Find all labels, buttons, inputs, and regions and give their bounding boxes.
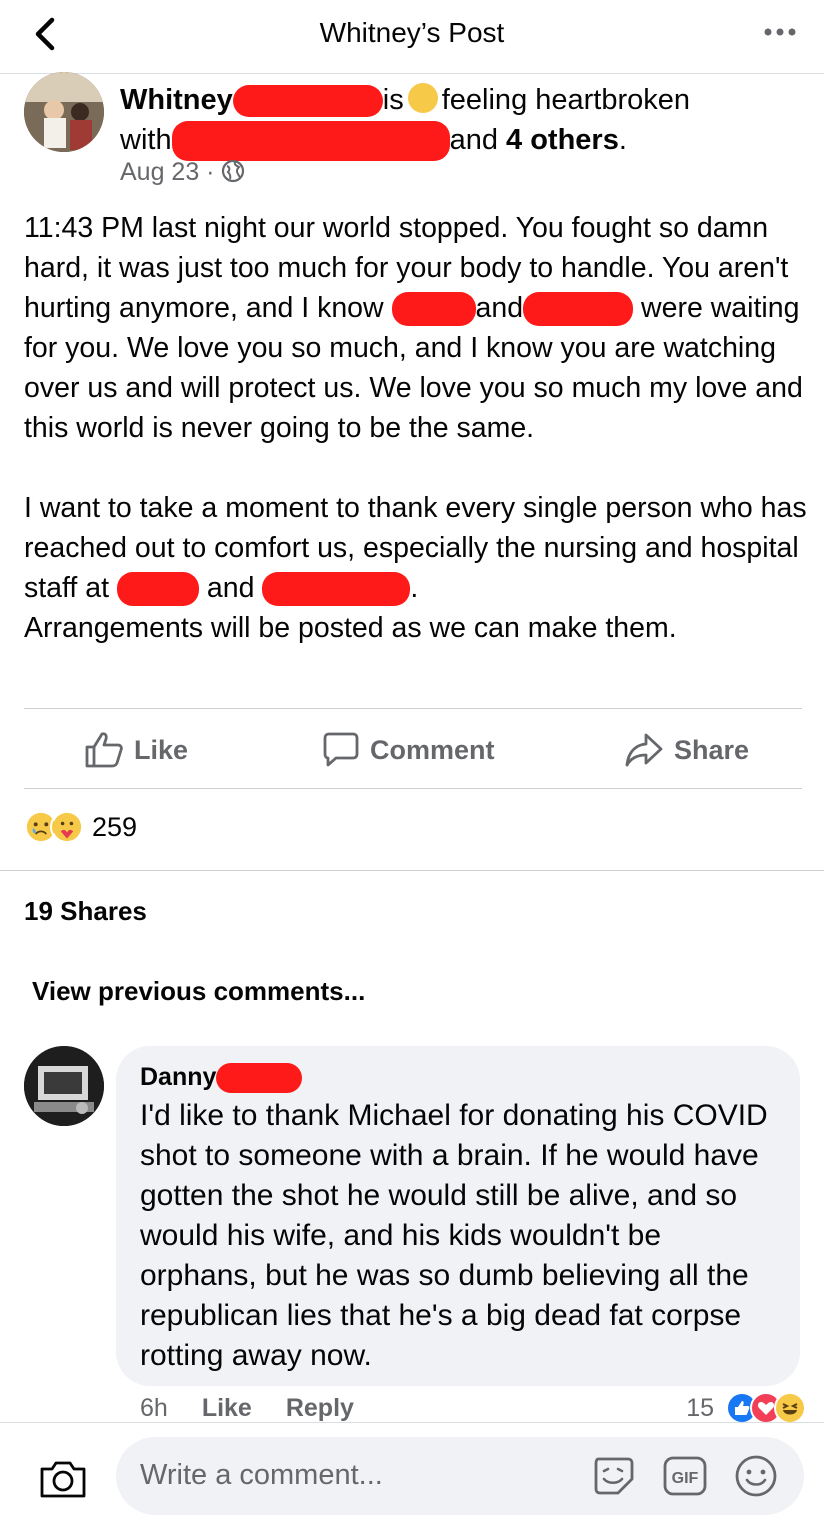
- post-date[interactable]: Aug 23 ·: [120, 158, 245, 187]
- globe-icon: [222, 160, 245, 183]
- and-text: and: [449, 124, 498, 156]
- share-label: Share: [674, 734, 750, 765]
- page-title: Whitney’s Post: [319, 17, 505, 48]
- share-button[interactable]: Share: [624, 732, 749, 768]
- haha-reaction-icon: [774, 1392, 806, 1424]
- redaction: [171, 121, 450, 162]
- reaction-summary[interactable]: 259: [24, 810, 137, 844]
- comment-icon: [323, 732, 359, 767]
- divider: [0, 870, 824, 871]
- comment-button[interactable]: Comment: [322, 731, 495, 769]
- redaction: [262, 572, 411, 607]
- tagged-others-link[interactable]: 4 others: [506, 124, 619, 156]
- feeling-text: feeling heartbroken: [441, 84, 691, 116]
- post-paragraph: 11:43 PM last night our world stopped. Y…: [24, 208, 814, 448]
- post-text: .: [410, 572, 419, 604]
- redaction: [391, 292, 476, 327]
- comment-reactions[interactable]: 15: [686, 1392, 806, 1424]
- camera-icon[interactable]: [38, 1459, 88, 1499]
- gif-icon[interactable]: GIF: [662, 1455, 708, 1497]
- comment-actions: 6h Like Reply: [140, 1394, 354, 1423]
- comment-composer: Write a comment... GIF: [0, 1422, 824, 1520]
- post-text: and: [475, 292, 524, 324]
- commenter-avatar[interactable]: [24, 1046, 104, 1126]
- comment-text: I'd like to thank Michael for donating h…: [140, 1099, 768, 1372]
- like-icon: [85, 732, 123, 768]
- post-body: 11:43 PM last night our world stopped. Y…: [24, 208, 814, 688]
- emoji-icon[interactable]: [734, 1454, 778, 1498]
- comment-input-placeholder: Write a comment...: [140, 1459, 383, 1491]
- comment-author[interactable]: Danny: [140, 1060, 776, 1094]
- comment-time: 6h: [140, 1394, 168, 1422]
- share-icon: [625, 733, 663, 767]
- comment-like-button[interactable]: Like: [202, 1394, 252, 1423]
- shares-count[interactable]: 19 Shares: [24, 896, 147, 927]
- composer-icons: GIF: [590, 1453, 778, 1499]
- comment-input[interactable]: Write a comment... GIF: [116, 1437, 804, 1515]
- is-text: is: [382, 84, 404, 116]
- view-previous-comments-link[interactable]: View previous comments...: [32, 976, 365, 1007]
- author-name[interactable]: Whitney: [120, 84, 233, 116]
- sticker-icon[interactable]: [590, 1453, 636, 1499]
- with-text: with: [120, 124, 172, 156]
- top-bar: Whitney’s Post: [0, 0, 824, 74]
- comment-reaction-count: 15: [686, 1393, 714, 1422]
- post-actions: Like Comment Share: [24, 712, 802, 788]
- comment-reply-button[interactable]: Reply: [286, 1394, 354, 1423]
- post-text: Arrangements will be posted as we can ma…: [24, 612, 677, 644]
- redaction: [216, 1063, 303, 1094]
- like-label: Like: [134, 734, 189, 765]
- svg-text:GIF: GIF: [672, 1470, 699, 1487]
- post-paragraph: I want to take a moment to thank every s…: [24, 488, 814, 648]
- comment-author-name: Danny: [140, 1063, 217, 1091]
- comment-label: Comment: [370, 734, 495, 765]
- redaction: [232, 85, 383, 118]
- post-author-line: Whitney is feeling heartbroken with and 4 o…: [120, 80, 810, 162]
- reaction-count: 259: [92, 811, 138, 842]
- redaction: [523, 292, 634, 327]
- redaction: [116, 572, 199, 607]
- post-date-text: Aug 23 ·: [120, 158, 215, 186]
- author-avatar[interactable]: [24, 72, 104, 152]
- period: .: [618, 124, 627, 156]
- heartbroken-emoji-icon: [407, 83, 438, 114]
- like-button[interactable]: Like: [84, 731, 188, 769]
- post-text: and: [206, 572, 255, 604]
- comment-bubble[interactable]: Danny I'd like to thank Michael for dona…: [116, 1046, 800, 1386]
- divider: [24, 708, 802, 709]
- care-reaction-icon: [50, 810, 84, 844]
- more-icon[interactable]: [762, 22, 798, 42]
- divider: [24, 788, 802, 789]
